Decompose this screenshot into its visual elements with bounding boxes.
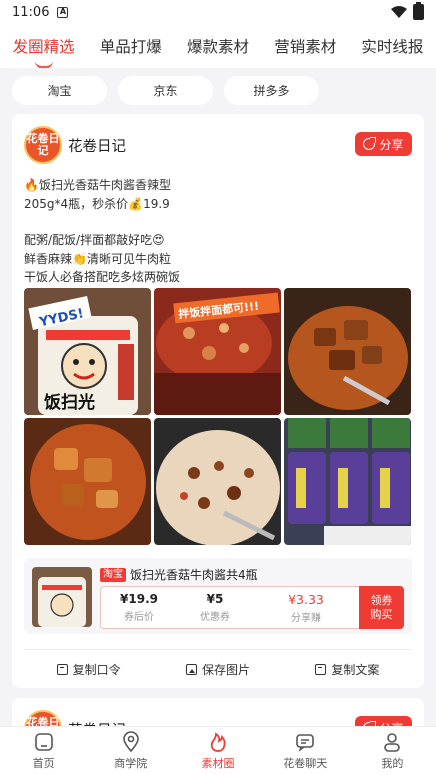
tab-hot-material[interactable]: 爆款素材: [174, 35, 261, 57]
tab-label: 营销素材: [274, 38, 337, 56]
post-line: 鲜香麻辣👏清晰可见牛肉粒: [24, 251, 171, 266]
bottom-nav: 首页 商学院 素材圈 花卷聊天 我的: [0, 726, 436, 775]
top-tabs: 发圈精选 单品打爆 爆款素材 营销素材 实时线报: [0, 24, 436, 69]
nav-label: 首页: [32, 757, 55, 770]
product-photo-jar-open[interactable]: [24, 418, 151, 545]
user-icon: [384, 733, 401, 752]
commission-label: 分享赚: [291, 612, 321, 624]
wifi-icon: [391, 5, 407, 18]
final-price: ¥19.9 券后价: [101, 587, 177, 628]
image-icon: [185, 663, 197, 675]
commission-value: ¥3.33: [288, 591, 324, 607]
post-spacer: [24, 213, 414, 231]
author-avatar[interactable]: 花卷日记: [24, 126, 62, 164]
tab-marketing-material[interactable]: 营销素材: [262, 35, 349, 57]
post-line: 配粥/配饭/拌面都敲好吃😍: [24, 233, 165, 247]
sim-icon: A: [57, 6, 69, 18]
platform-chip-jd[interactable]: 京东: [118, 75, 213, 105]
nav-label: 花卷聊天: [283, 757, 328, 770]
nav-label: 商学院: [114, 757, 148, 770]
battery-icon: [413, 2, 424, 20]
product-title-row: 淘宝 饭扫光香菇牛肉酱共4瓶: [100, 566, 258, 583]
post-actions: 复制口令 保存图片 复制文案: [24, 654, 412, 684]
product-title: 饭扫光香菇牛肉酱共4瓶: [130, 568, 258, 582]
product-photo-jars-shelf[interactable]: [284, 418, 411, 545]
nav-label: 我的: [381, 757, 404, 770]
coupon-amount: ¥5: [206, 592, 224, 606]
tab-label: 单品打爆: [99, 38, 162, 56]
status-bar: 11:06 A: [0, 0, 436, 24]
nav-label: 素材圈: [201, 757, 235, 770]
share-button[interactable]: 分享: [355, 132, 412, 156]
platform-filter: 淘宝 京东 拼多多: [0, 68, 436, 112]
share-earnings: ¥3.33 分享赚: [253, 587, 359, 628]
location-icon: [122, 731, 139, 753]
tab-featured[interactable]: 发圈精选: [0, 35, 87, 69]
divider: [24, 649, 412, 650]
nav-academy[interactable]: 商学院: [87, 727, 174, 775]
coupon-value: ¥5 优惠券: [177, 587, 253, 628]
platform-chip-taobao[interactable]: 淘宝: [12, 75, 107, 105]
product-photo-beef-chunks[interactable]: [284, 288, 411, 415]
price-box: ¥19.9 券后价 ¥5 优惠券 ¥3.33 分享赚 领券 购买: [100, 586, 404, 629]
product-thumbnail[interactable]: [32, 567, 92, 627]
tab-live-deals[interactable]: 实时线报: [349, 35, 436, 57]
final-price-value: ¥19.9: [120, 592, 158, 606]
get-coupon-buy-button[interactable]: 领券 购买: [359, 586, 404, 629]
copy-icon: [56, 663, 68, 675]
jar-label: 饭扫光: [43, 392, 95, 413]
post-line: 205g*4瓶，秒杀价💰19.9: [24, 196, 170, 211]
post-line: 🔥饭扫光香菇牛肉酱香辣型: [24, 178, 171, 192]
tab-label: 实时线报: [361, 38, 424, 56]
tab-single-product[interactable]: 单品打爆: [87, 35, 174, 57]
share-icon: [363, 137, 377, 150]
flame-icon: [210, 732, 226, 752]
nav-chat[interactable]: 花卷聊天: [262, 727, 349, 775]
share-label: 分享: [379, 137, 404, 152]
product-photo-mixed-rice[interactable]: [154, 418, 281, 545]
action-label: 复制口令: [72, 662, 121, 677]
copy-code-button[interactable]: 复制口令: [56, 661, 121, 678]
author-name: 花卷日记: [68, 139, 126, 155]
product-photo-jar-front[interactable]: YYDS! 饭扫光: [24, 288, 151, 415]
tab-label: 发圈精选: [12, 38, 75, 56]
action-label: 复制文案: [331, 662, 380, 677]
final-price-label: 券后价: [124, 612, 154, 623]
post-line: 干饭人必备搭配吃多炫两碗饭: [24, 270, 181, 284]
nav-material-circle[interactable]: 素材圈: [174, 727, 261, 775]
nav-profile[interactable]: 我的: [349, 727, 436, 775]
status-icons: [391, 2, 424, 20]
product-photo-sauce-closeup[interactable]: 拌饭拌面都可!!!: [154, 288, 281, 415]
status-time: 11:06: [12, 4, 50, 20]
post-text: 🔥饭扫光香菇牛肉酱香辣型 205g*4瓶，秒杀价💰19.9 配粥/配饭/拌面都敲…: [24, 176, 414, 287]
chat-icon: [296, 734, 315, 752]
save-image-button[interactable]: 保存图片: [185, 661, 250, 678]
copy-text-icon: [315, 663, 327, 675]
coupon-label: 优惠券: [200, 612, 230, 623]
image-grid: YYDS! 饭扫光 拌饭拌面都可!!!: [24, 288, 412, 545]
nav-home[interactable]: 首页: [0, 727, 87, 775]
copy-text-button[interactable]: 复制文案: [315, 661, 379, 678]
platform-chip-pdd[interactable]: 拼多多: [224, 75, 319, 105]
home-icon: [34, 733, 53, 751]
platform-tag: 淘宝: [100, 567, 126, 582]
product-card[interactable]: 淘宝 饭扫光香菇牛肉酱共4瓶 ¥19.9 券后价 ¥5 优惠券 ¥3.33 分享…: [24, 558, 412, 634]
action-label: 保存图片: [201, 662, 250, 677]
post-card: 花卷日记 花卷日记 分享 🔥饭扫光香菇牛肉酱香辣型 205g*4瓶，秒杀价💰19…: [12, 114, 424, 688]
tab-label: 爆款素材: [187, 38, 250, 56]
